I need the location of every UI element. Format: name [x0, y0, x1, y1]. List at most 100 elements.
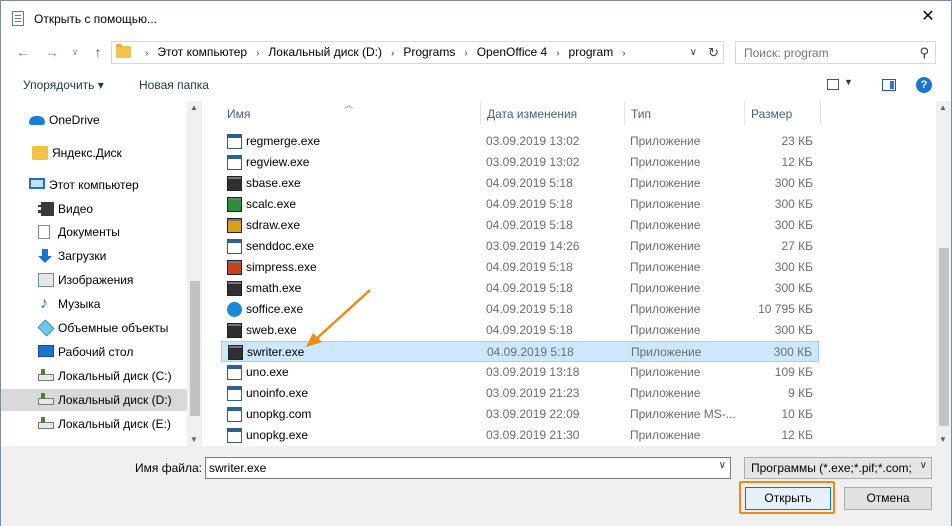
breadcrumb-separator-icon[interactable]: › [622, 43, 625, 64]
file-row[interactable]: regmerge.exe 03.09.2019 13:02 Приложение 23… [221, 131, 819, 152]
breadcrumb-separator-icon[interactable]: › [464, 43, 467, 64]
change-view-button[interactable]: ▼ [827, 77, 857, 93]
cancel-button[interactable]: Отмена [844, 487, 932, 510]
app-icon [227, 155, 242, 170]
refresh-icon[interactable]: ↻ [708, 42, 719, 63]
file-type-filter[interactable]: Программы (*.exe;*.pif;*.com; ∨ [744, 457, 932, 479]
file-list-scrollbar[interactable]: ▲ ▼ [936, 101, 951, 446]
file-row[interactable]: unoinfo.exe 03.09.2019 21:23 Приложение 9 К… [221, 383, 819, 404]
nav-item-label: Объемные объекты [58, 321, 169, 335]
app-icon [227, 365, 242, 380]
file-row[interactable]: sweb.exe 04.09.2019 5:18 Приложение 300 КБ [221, 320, 819, 341]
nav-item-label: Видео [58, 202, 94, 216]
breadcrumb-item[interactable]: Локальный диск (D:) [268, 42, 382, 63]
file-type: Приложение [630, 386, 701, 400]
back-button[interactable]: ← [13, 41, 33, 63]
breadcrumb-separator-icon[interactable]: › [391, 43, 394, 64]
nav-item[interactable]: Объемные объекты [1, 317, 187, 339]
nav-item[interactable]: Яндекс.Диск [1, 142, 187, 164]
breadcrumb-separator-icon[interactable]: › [556, 43, 559, 64]
breadcrumb-item[interactable]: program [569, 42, 614, 63]
forward-button[interactable]: → [42, 41, 62, 63]
file-name: smath.exe [246, 281, 302, 295]
file-name: scalc.exe [246, 197, 297, 211]
chevron-down-icon[interactable]: ∨ [719, 460, 726, 471]
nav-item[interactable]: Изображения [1, 269, 187, 291]
breadcrumb-item[interactable]: Programs [403, 42, 455, 63]
file-row[interactable]: scalc.exe 04.09.2019 5:18 Приложение 300 КБ [221, 194, 819, 215]
breadcrumb-item[interactable]: OpenOffice 4 [477, 42, 548, 63]
file-type: Приложение [630, 365, 701, 379]
file-size: 300 КБ [774, 260, 813, 274]
file-row[interactable]: sbase.exe 04.09.2019 5:18 Приложение 300 КБ [221, 173, 819, 194]
nav-scrollbar-thumb[interactable] [190, 281, 200, 416]
file-date: 03.09.2019 13:02 [486, 155, 580, 169]
file-row[interactable]: smath.exe 04.09.2019 5:18 Приложение 300 КБ [221, 278, 819, 299]
file-row[interactable]: uno.exe 03.09.2019 13:18 Приложение 109 КБ [221, 362, 819, 383]
file-row[interactable]: swriter.exe 04.09.2019 5:18 Приложение 300 … [221, 341, 819, 362]
scroll-up-icon[interactable]: ▲ [939, 103, 947, 112]
scroll-up-icon[interactable]: ▲ [190, 103, 198, 112]
file-row[interactable]: soffice.exe 04.09.2019 5:18 Приложение 10 7… [221, 299, 819, 320]
nav-item[interactable]: Видео [1, 198, 187, 220]
title-bar: Открыть с помощью... ✕ [1, 1, 951, 37]
file-row[interactable]: regview.exe 03.09.2019 13:02 Приложение 12 … [221, 152, 819, 173]
nav-item[interactable]: Документы [1, 221, 187, 243]
address-history-dropdown[interactable]: ∨ [690, 42, 697, 63]
nav-item[interactable]: OneDrive [1, 109, 187, 131]
address-bar[interactable]: › Этот компьютер › Локальный диск (D:) › Prog… [111, 41, 724, 64]
new-folder-button[interactable]: Новая папка [139, 78, 209, 92]
sort-ascending-icon: ︿ [344, 100, 354, 110]
scroll-down-icon[interactable]: ▼ [190, 435, 198, 444]
nav-scrollbar[interactable]: ▲ ▼ [187, 101, 202, 446]
nav-item[interactable]: Загрузки [1, 245, 187, 267]
file-row[interactable]: unopkg.com 03.09.2019 22:09 Приложение MS-… [221, 404, 819, 425]
preview-pane-icon[interactable] [882, 79, 896, 91]
nav-item[interactable]: Локальный диск (E:) [1, 413, 187, 435]
filename-input[interactable] [209, 460, 704, 476]
organize-button[interactable]: Упорядочить ▾ [23, 78, 104, 92]
nav-item[interactable]: Музыка [1, 293, 187, 315]
close-button[interactable]: ✕ [905, 1, 951, 33]
music-icon [38, 293, 54, 315]
file-row[interactable]: simpress.exe 04.09.2019 5:18 Приложение 300… [221, 257, 819, 278]
breadcrumb-separator-icon[interactable]: › [145, 43, 148, 64]
breadcrumb-item[interactable]: Этот компьютер [157, 42, 247, 63]
column-size[interactable]: Размер [745, 101, 821, 125]
nav-item-label: Музыка [58, 297, 101, 311]
openoffice-math-icon [227, 281, 242, 296]
search-box[interactable]: ⚲ [735, 41, 936, 64]
computer-icon [29, 178, 45, 189]
app-icon [227, 239, 242, 254]
file-row[interactable]: unopkg.exe 03.09.2019 21:30 Приложение 12 К… [221, 425, 819, 446]
nav-item[interactable]: Этот компьютер [1, 174, 187, 196]
file-row[interactable]: senddoc.exe 03.09.2019 14:26 Приложение 27 … [221, 236, 819, 257]
column-type[interactable]: Тип [625, 101, 745, 125]
file-type-filter-value: Программы (*.exe;*.pif;*.com; [751, 461, 912, 475]
file-list-scrollbar-thumb[interactable] [939, 248, 949, 426]
nav-item[interactable]: Локальный диск (D:) [1, 389, 187, 411]
filename-label: Имя файла: [135, 461, 202, 475]
nav-item-label: Локальный диск (D:) [58, 393, 172, 407]
up-button[interactable]: ↑ [88, 41, 108, 63]
file-name: swriter.exe [247, 345, 305, 359]
search-input[interactable] [744, 44, 914, 61]
file-type: Приложение [630, 323, 701, 337]
folder-icon [116, 44, 131, 58]
file-date: 03.09.2019 21:30 [486, 428, 580, 442]
nav-item[interactable]: Рабочий стол [1, 341, 187, 363]
file-type: Приложение [630, 239, 701, 253]
file-name: sbase.exe [246, 176, 301, 190]
nav-item-label: Яндекс.Диск [52, 146, 122, 160]
scroll-down-icon[interactable]: ▼ [939, 435, 947, 444]
search-icon[interactable]: ⚲ [919, 45, 929, 61]
help-icon[interactable]: ? [916, 77, 932, 93]
column-date[interactable]: Дата изменения [481, 101, 625, 125]
file-row[interactable]: sdraw.exe 04.09.2019 5:18 Приложение 300 КБ [221, 215, 819, 236]
breadcrumb-separator-icon[interactable]: › [256, 43, 259, 64]
file-size: 10 КБ [781, 407, 813, 421]
nav-item[interactable]: Локальный диск (C:) [1, 365, 187, 387]
filename-combobox[interactable]: ∨ [205, 457, 731, 479]
breadcrumb: › Этот компьютер › Локальный диск (D:) › Prog… [136, 42, 635, 63]
recent-locations-button[interactable]: ∨ [65, 41, 85, 63]
